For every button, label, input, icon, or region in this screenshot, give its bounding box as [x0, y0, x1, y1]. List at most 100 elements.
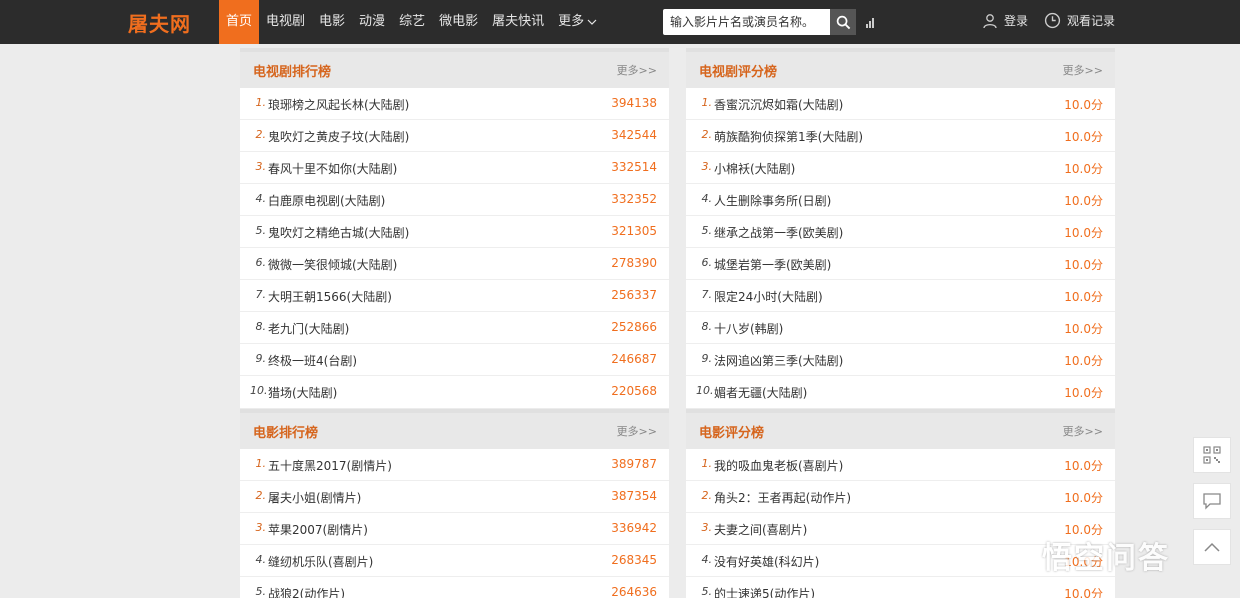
item-value: 246687 [611, 352, 657, 366]
list-item[interactable]: 10. 媚者无疆(大陆剧) 10.0分 [686, 376, 1115, 408]
panel-movie-rank: 电影排行榜 更多>> 1. 五十度黑2017(剧情片) 389787 2. 屠夫小姐(… [240, 409, 669, 598]
list-item[interactable]: 7. 大明王朝1566(大陆剧) 256337 [240, 280, 669, 312]
item-title[interactable]: 城堡岩第一季(欧美剧) [714, 256, 831, 273]
list-item[interactable]: 9. 终极一班4(台剧) 246687 [240, 344, 669, 376]
nav-movie[interactable]: 电影 [312, 0, 352, 44]
nav-more[interactable]: 更多 [551, 0, 604, 44]
item-title[interactable]: 人生删除事务所(日剧) [714, 192, 831, 209]
item-title[interactable]: 终极一班4(台剧) [268, 352, 357, 369]
list-item[interactable]: 9. 法网追凶第三季(大陆剧) 10.0分 [686, 344, 1115, 376]
nav-home[interactable]: 首页 [219, 0, 260, 44]
item-title[interactable]: 法网追凶第三季(大陆剧) [714, 352, 843, 369]
item-value: 342544 [611, 128, 657, 142]
list-item[interactable]: 3. 小棉袄(大陆剧) 10.0分 [686, 152, 1115, 184]
more-link[interactable]: 更多>> [617, 62, 657, 78]
list-item[interactable]: 3. 春风十里不如你(大陆剧) 332514 [240, 152, 669, 184]
item-title[interactable]: 继承之战第一季(欧美剧) [714, 224, 843, 241]
rank-number: 2. [255, 489, 267, 502]
list-item[interactable]: 1. 琅琊榜之风起长林(大陆剧) 394138 [240, 88, 669, 120]
list-item[interactable]: 2. 鬼吹灯之黄皮子坟(大陆剧) 342544 [240, 120, 669, 152]
item-title[interactable]: 老九门(大陆剧) [268, 320, 349, 337]
history-link[interactable]: 观看记录 [1044, 12, 1115, 29]
item-title[interactable]: 鬼吹灯之黄皮子坟(大陆剧) [268, 128, 409, 145]
nav-tv[interactable]: 电视剧 [259, 0, 312, 44]
list-item[interactable]: 6. 城堡岩第一季(欧美剧) 10.0分 [686, 248, 1115, 280]
nav-anime[interactable]: 动漫 [352, 0, 392, 44]
rank-number: 5. [701, 224, 713, 237]
item-title[interactable]: 琅琊榜之风起长林(大陆剧) [268, 96, 409, 113]
clock-icon [1044, 12, 1061, 29]
nav-variety[interactable]: 综艺 [392, 0, 432, 44]
item-value: 10.0分 [1064, 354, 1103, 368]
item-title[interactable]: 的士速递5(动作片) [714, 585, 815, 598]
nav-more-label: 更多 [558, 14, 585, 29]
signal-icon[interactable] [866, 16, 878, 28]
nav-micro-film[interactable]: 微电影 [432, 0, 485, 44]
more-link[interactable]: 更多>> [1063, 423, 1103, 439]
item-title[interactable]: 屠夫小姐(剧情片) [268, 489, 361, 506]
item-title[interactable]: 夫妻之间(喜剧片) [714, 521, 807, 538]
rank-number: 2. [701, 128, 713, 141]
list-item[interactable]: 5. 鬼吹灯之精绝古城(大陆剧) 321305 [240, 216, 669, 248]
item-title[interactable]: 媚者无疆(大陆剧) [714, 384, 807, 401]
item-title[interactable]: 缝纫机乐队(喜剧片) [268, 553, 373, 570]
site-logo[interactable]: 屠夫网 [128, 8, 191, 37]
item-title[interactable]: 没有好英雄(科幻片) [714, 553, 819, 570]
rank-number: 1. [255, 457, 267, 470]
item-title[interactable]: 限定24小时(大陆剧) [714, 288, 823, 305]
list-item[interactable]: 7. 限定24小时(大陆剧) 10.0分 [686, 280, 1115, 312]
nav-news[interactable]: 屠夫快讯 [485, 0, 551, 44]
list-item[interactable]: 4. 人生删除事务所(日剧) 10.0分 [686, 184, 1115, 216]
login-link[interactable]: 登录 [982, 12, 1028, 29]
rank-number: 7. [255, 288, 267, 301]
feedback-icon [1203, 493, 1221, 510]
list-item[interactable]: 1. 香蜜沉沉烬如霜(大陆剧) 10.0分 [686, 88, 1115, 120]
item-title[interactable]: 微微一笑很倾城(大陆剧) [268, 256, 397, 273]
item-title[interactable]: 猎场(大陆剧) [268, 384, 337, 401]
list-item[interactable]: 2. 萌族酷狗侦探第1季(大陆剧) 10.0分 [686, 120, 1115, 152]
item-value: 10.0分 [1064, 194, 1103, 208]
chevron-down-icon [587, 19, 597, 25]
rank-number: 8. [701, 320, 713, 333]
feedback-button[interactable] [1193, 483, 1231, 519]
list-item[interactable]: 10. 猎场(大陆剧) 220568 [240, 376, 669, 408]
list-item[interactable]: 2. 角头2：王者再起(动作片) 10.0分 [686, 481, 1115, 513]
search-input[interactable] [663, 9, 830, 35]
item-title[interactable]: 战狼2(动作片) [268, 585, 345, 598]
item-value: 278390 [611, 256, 657, 270]
back-to-top-button[interactable] [1193, 529, 1231, 565]
list-item[interactable]: 5. 的士速递5(动作片) 10.0分 [686, 577, 1115, 598]
item-title[interactable]: 大明王朝1566(大陆剧) [268, 288, 392, 305]
rank-number: 2. [701, 489, 713, 502]
item-title[interactable]: 白鹿原电视剧(大陆剧) [268, 192, 385, 209]
list-item[interactable]: 5. 继承之战第一季(欧美剧) 10.0分 [686, 216, 1115, 248]
item-title[interactable]: 鬼吹灯之精绝古城(大陆剧) [268, 224, 409, 241]
list-item[interactable]: 8. 老九门(大陆剧) 252866 [240, 312, 669, 344]
rank-number: 5. [701, 585, 713, 598]
qrcode-button[interactable] [1193, 437, 1231, 473]
list-item[interactable]: 4. 白鹿原电视剧(大陆剧) 332352 [240, 184, 669, 216]
item-title[interactable]: 角头2：王者再起(动作片) [714, 489, 851, 506]
list-item[interactable]: 2. 屠夫小姐(剧情片) 387354 [240, 481, 669, 513]
item-title[interactable]: 苹果2007(剧情片) [268, 521, 368, 538]
item-title[interactable]: 十八岁(韩剧) [714, 320, 783, 337]
list-item[interactable]: 1. 我的吸血鬼老板(喜剧片) 10.0分 [686, 449, 1115, 481]
item-title[interactable]: 五十度黑2017(剧情片) [268, 457, 392, 474]
list-item[interactable]: 3. 苹果2007(剧情片) 336942 [240, 513, 669, 545]
item-value: 10.0分 [1064, 258, 1103, 272]
item-value: 268345 [611, 553, 657, 567]
list-item[interactable]: 1. 五十度黑2017(剧情片) 389787 [240, 449, 669, 481]
item-title[interactable]: 小棉袄(大陆剧) [714, 160, 795, 177]
item-title[interactable]: 我的吸血鬼老板(喜剧片) [714, 457, 843, 474]
more-link[interactable]: 更多>> [1063, 62, 1103, 78]
search-button[interactable] [830, 9, 856, 35]
item-title[interactable]: 萌族酷狗侦探第1季(大陆剧) [714, 128, 863, 145]
item-title[interactable]: 香蜜沉沉烬如霜(大陆剧) [714, 96, 843, 113]
more-link[interactable]: 更多>> [617, 423, 657, 439]
list-item[interactable]: 5. 战狼2(动作片) 264636 [240, 577, 669, 598]
list-item[interactable]: 6. 微微一笑很倾城(大陆剧) 278390 [240, 248, 669, 280]
list-item[interactable]: 4. 缝纫机乐队(喜剧片) 268345 [240, 545, 669, 577]
list-item[interactable]: 8. 十八岁(韩剧) 10.0分 [686, 312, 1115, 344]
panel-tv-rank: 电视剧排行榜 更多>> 1. 琅琊榜之风起长林(大陆剧) 394138 2. 鬼吹灯之… [240, 48, 669, 408]
item-title[interactable]: 春风十里不如你(大陆剧) [268, 160, 397, 177]
